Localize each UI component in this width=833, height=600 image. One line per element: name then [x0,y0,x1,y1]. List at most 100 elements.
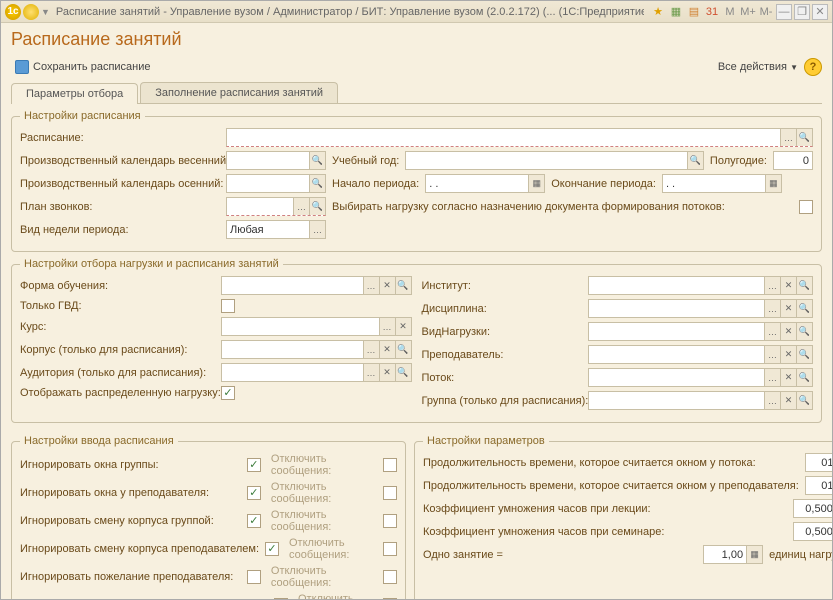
load-checkbox[interactable] [799,200,813,214]
show-load-checkbox[interactable] [221,386,235,400]
ellipsis-icon[interactable]: … [363,277,379,294]
spring-cal-input[interactable]: 🔍 [226,151,326,170]
ellipsis-icon[interactable]: … [764,323,780,340]
aud-input[interactable]: …✕🔍 [221,363,412,382]
start-input[interactable]: . .▦ [425,174,545,193]
maximize-button[interactable]: ❐ [794,4,810,20]
clear-icon[interactable]: ✕ [379,277,395,294]
ellipsis-icon[interactable]: … [780,129,796,146]
gvd-checkbox[interactable] [221,299,235,313]
clear-icon[interactable]: ✕ [780,369,796,386]
prep-input[interactable]: …✕🔍 [588,345,814,364]
mute6-chk[interactable] [383,598,397,599]
ellipsis-icon[interactable]: … [293,198,309,215]
lookup-icon[interactable]: 🔍 [796,369,812,386]
save-schedule-button[interactable]: Сохранить расписание [11,58,155,76]
star-icon[interactable] [23,4,39,20]
lookup-icon[interactable]: 🔍 [687,152,703,169]
lookup-icon[interactable]: 🔍 [309,152,325,169]
close-button[interactable]: ✕ [812,4,828,20]
fav-icon[interactable]: ★ [650,4,666,20]
schedule-settings-group: Настройки расписания Расписание: …🔍 Прои… [11,110,822,252]
m-minus-icon[interactable]: M- [758,4,774,20]
ellipsis-icon[interactable]: … [764,300,780,317]
clear-icon[interactable]: ✕ [780,323,796,340]
ellipsis-icon[interactable]: … [309,221,325,238]
lookup-icon[interactable]: 🔍 [309,175,325,192]
korpus-input[interactable]: …✕🔍 [221,340,412,359]
p1-input[interactable]: 01:30 [805,453,832,472]
ellipsis-icon[interactable]: … [764,369,780,386]
calendar-icon[interactable]: 31 [704,4,720,20]
ellipsis-icon[interactable]: … [379,318,395,335]
minimize-button[interactable]: — [776,4,792,20]
clear-icon[interactable]: ✕ [379,341,395,358]
ig5-chk[interactable] [247,570,261,584]
calc-icon[interactable]: ▤ [686,4,702,20]
ig1-chk[interactable] [247,458,261,472]
lookup-icon[interactable]: 🔍 [796,323,812,340]
mute3-chk[interactable] [383,514,397,528]
week-input[interactable]: Любая… [226,220,326,239]
autumn-cal-input[interactable]: 🔍 [226,174,326,193]
clear-icon[interactable]: ✕ [395,318,411,335]
tab-filter-params[interactable]: Параметры отбора [11,83,138,104]
gvd-label: Только ГВД: [20,300,215,312]
ellipsis-icon[interactable]: … [764,346,780,363]
end-input[interactable]: . .▦ [662,174,782,193]
lookup-icon[interactable]: 🔍 [309,198,325,215]
history-icon[interactable]: ▦ [668,4,684,20]
lookup-icon[interactable]: 🔍 [395,277,411,294]
m-plus-icon[interactable]: M+ [740,4,756,20]
potok-input[interactable]: …✕🔍 [588,368,814,387]
mute5-chk[interactable] [383,570,397,584]
ig3-chk[interactable] [247,514,261,528]
ellipsis-icon[interactable]: … [363,341,379,358]
schedule-input[interactable]: …🔍 [226,128,813,147]
help-button[interactable]: ? [804,58,822,76]
lookup-icon[interactable]: 🔍 [395,341,411,358]
mute4-chk[interactable] [383,542,397,556]
kurs-input[interactable]: …✕ [221,317,412,336]
clear-icon[interactable]: ✕ [780,277,796,294]
lookup-icon[interactable]: 🔍 [796,300,812,317]
year-input[interactable]: 🔍 [405,151,704,170]
dropdown-icon[interactable]: ▼ [41,7,50,17]
m-icon[interactable]: M [722,4,738,20]
mute1-chk[interactable] [383,458,397,472]
ellipsis-icon[interactable]: … [764,392,780,409]
tab-fill-schedule[interactable]: Заполнение расписания занятий [140,82,338,103]
vidn-input[interactable]: …✕🔍 [588,322,814,341]
p3-label: Коэффициент умножения часов при лекции: [423,503,787,515]
ig2-chk[interactable] [247,486,261,500]
halfyear-input[interactable]: 0 [773,151,813,170]
lookup-icon[interactable]: 🔍 [796,277,812,294]
inst-input[interactable]: …✕🔍 [588,276,814,295]
lookup-icon[interactable]: 🔍 [395,364,411,381]
ellipsis-icon[interactable]: … [764,277,780,294]
calc-icon[interactable]: ▦ [746,546,762,563]
clear-icon[interactable]: ✕ [379,364,395,381]
p4-input[interactable]: 0,500▦ [793,522,832,541]
lookup-icon[interactable]: 🔍 [796,346,812,363]
calendar-icon[interactable]: ▦ [528,175,544,192]
lookup-icon[interactable]: 🔍 [796,129,812,146]
disc-input[interactable]: …✕🔍 [588,299,814,318]
p3-input[interactable]: 0,500▦ [793,499,832,518]
p2-input[interactable]: 01:30 [805,476,832,495]
plan-input[interactable]: …🔍 [226,197,326,216]
mute2-chk[interactable] [383,486,397,500]
calendar-icon[interactable]: ▦ [765,175,781,192]
form-input[interactable]: …✕🔍 [221,276,412,295]
ig4-chk[interactable] [265,542,279,556]
ellipsis-icon[interactable]: … [363,364,379,381]
p5-input[interactable]: 1,00▦ [703,545,763,564]
lookup-icon[interactable]: 🔍 [796,392,812,409]
clear-icon[interactable]: ✕ [780,346,796,363]
clear-icon[interactable]: ✕ [780,392,796,409]
all-actions-button[interactable]: Все действия ▼ [718,61,798,73]
ig6-chk[interactable] [274,598,288,599]
group-input[interactable]: …✕🔍 [588,391,814,410]
schedule-settings-legend: Настройки расписания [20,110,145,122]
clear-icon[interactable]: ✕ [780,300,796,317]
